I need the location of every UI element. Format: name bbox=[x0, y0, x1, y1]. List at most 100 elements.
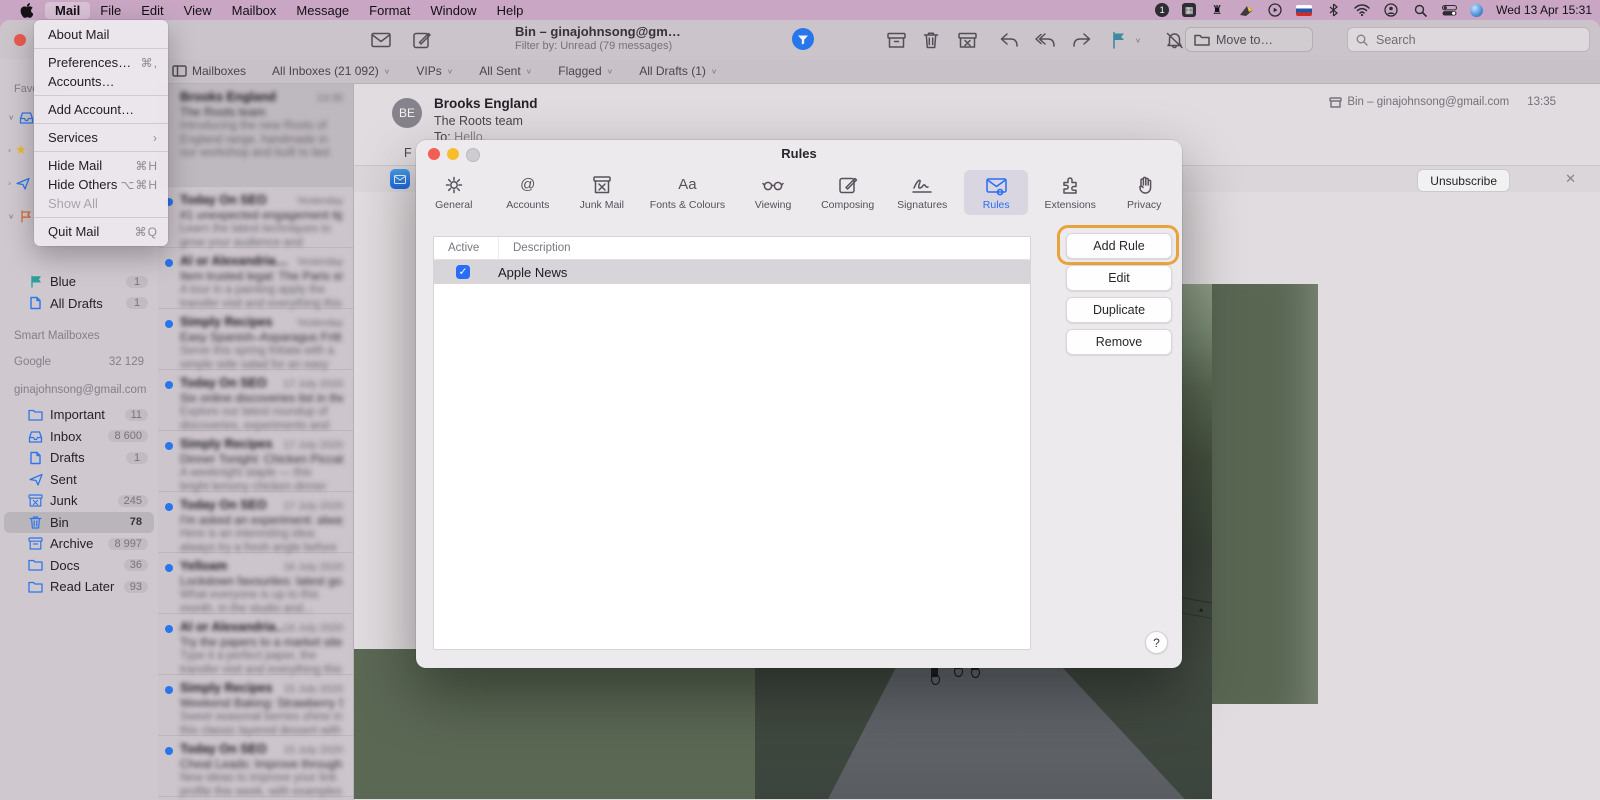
spotlight-search-icon[interactable] bbox=[1412, 2, 1428, 18]
list-item[interactable]: Simply Recipes 17 July 2020 Dinner Tonig… bbox=[158, 431, 353, 493]
sidebar-item-all-sent[interactable]: › bbox=[8, 173, 30, 193]
favbar-dropdown[interactable]: Flagged ∨ bbox=[558, 64, 613, 78]
sidebar-item-junk[interactable]: Junk 245 bbox=[0, 490, 158, 512]
remove-button[interactable]: Remove bbox=[1066, 329, 1172, 355]
search-field[interactable] bbox=[1347, 27, 1590, 52]
reply-all-icon[interactable] bbox=[1034, 29, 1056, 51]
sidebar-item-all-inboxes[interactable]: ∨ bbox=[8, 107, 34, 127]
list-item[interactable]: Today On SEO 17 July 2020 I'm asked an e… bbox=[158, 492, 353, 554]
help-button[interactable]: ? bbox=[1145, 631, 1168, 654]
sidebar-item-bin[interactable]: Bin 78 bbox=[4, 511, 154, 533]
tab-general[interactable]: General bbox=[422, 170, 486, 215]
list-item[interactable]: Al or Alexandria… 16 July 2020 Try the p… bbox=[158, 614, 353, 676]
menu-item-services[interactable]: Services › bbox=[34, 128, 168, 147]
menu-item-about-mail[interactable]: About Mail bbox=[34, 25, 168, 44]
favbar-dropdown[interactable]: All Sent ∨ bbox=[479, 64, 532, 78]
apple-menu[interactable] bbox=[8, 2, 45, 18]
unsubscribe-button[interactable]: Unsubscribe bbox=[1417, 169, 1510, 192]
menubar-clock[interactable]: Wed 13 Apr 15:31 bbox=[1496, 3, 1592, 17]
sidebar-item-all-drafts[interactable]: All Drafts 1 bbox=[0, 293, 158, 315]
menubar-item-message[interactable]: Message bbox=[286, 2, 359, 19]
input-language-flag-icon[interactable] bbox=[1296, 4, 1313, 16]
menu-item-preferences[interactable]: Preferences… ⌘, bbox=[34, 53, 168, 72]
menu-item-quit-mail[interactable]: Quit Mail ⌘Q bbox=[34, 222, 168, 241]
siri-icon[interactable] bbox=[1470, 3, 1484, 17]
menubar-item-window[interactable]: Window bbox=[420, 2, 486, 19]
menubar-item-mail[interactable]: Mail bbox=[45, 1, 91, 19]
column-description[interactable]: Description bbox=[498, 237, 1030, 259]
control-center-icon[interactable] bbox=[1441, 2, 1457, 18]
archive-icon[interactable] bbox=[885, 29, 907, 51]
favbar-dropdown[interactable]: VIPs ∨ bbox=[416, 64, 453, 78]
list-item[interactable]: Simply Recipes Yesterday Easy Spanish–As… bbox=[158, 309, 353, 371]
tab-privacy[interactable]: Privacy bbox=[1112, 170, 1176, 215]
edit-button[interactable]: Edit bbox=[1066, 265, 1172, 291]
sidebar-item-important[interactable]: Important 11 bbox=[0, 404, 158, 426]
favbar-dropdown[interactable]: All Drafts (1) ∨ bbox=[639, 64, 717, 78]
rule-active-checkbox[interactable]: ✓ bbox=[456, 265, 470, 279]
sidebar-item-drafts[interactable]: Drafts 1 bbox=[0, 447, 158, 469]
user-account-icon[interactable] bbox=[1383, 2, 1399, 18]
paint-status-icon[interactable] bbox=[1238, 2, 1254, 18]
notification-badge-icon[interactable]: 1 bbox=[1155, 3, 1170, 17]
rule-row-apple-news[interactable]: ✓ Apple News bbox=[434, 260, 1030, 284]
list-item[interactable]: Yelloam 16 July 2020 Lockdown favourites… bbox=[158, 553, 353, 615]
flag-icon[interactable] bbox=[1108, 29, 1130, 51]
list-item[interactable]: Simply Recipes 15 July 2020 Weekend Baki… bbox=[158, 675, 353, 737]
app-status-icon[interactable]: ▦ bbox=[1182, 3, 1197, 17]
traffic-light-close[interactable] bbox=[14, 34, 26, 46]
menubar-item-file[interactable]: File bbox=[90, 2, 131, 19]
menubar-item-help[interactable]: Help bbox=[487, 2, 534, 19]
sidebar-item-blue[interactable]: Blue 1 bbox=[0, 271, 158, 293]
sidebar-item-flagged[interactable]: ∨ bbox=[8, 206, 34, 226]
mute-icon[interactable] bbox=[1163, 29, 1185, 51]
sidebar-item-docs[interactable]: Docs 36 bbox=[0, 555, 158, 577]
add-rule-button[interactable]: Add Rule bbox=[1066, 233, 1172, 259]
tab-composing[interactable]: Composing bbox=[815, 170, 880, 215]
tab-fonts-colours[interactable]: Aa Fonts & Colours bbox=[644, 170, 731, 215]
sidebar-item-vips[interactable]: › ★ bbox=[8, 140, 27, 160]
menubar-item-format[interactable]: Format bbox=[359, 2, 420, 19]
search-input[interactable] bbox=[1374, 31, 1558, 48]
list-item[interactable]: Today On SEO 15 July 2020 Cheat Leads: I… bbox=[158, 736, 353, 798]
filter-toggle-button[interactable] bbox=[792, 28, 814, 50]
menubar-item-edit[interactable]: Edit bbox=[131, 2, 173, 19]
wifi-icon[interactable] bbox=[1354, 2, 1370, 18]
move-to-field[interactable]: Move to… bbox=[1185, 27, 1313, 52]
menu-item-add-account[interactable]: Add Account… bbox=[34, 100, 168, 119]
menubar-item-mailbox[interactable]: Mailbox bbox=[222, 2, 287, 19]
menubar-item-view[interactable]: View bbox=[174, 2, 222, 19]
list-item[interactable]: Al or Alexandria… Yesterday Item trusted… bbox=[158, 248, 353, 310]
sidebar-section-google[interactable]: Google 32 129 bbox=[0, 354, 158, 370]
play-status-icon[interactable] bbox=[1267, 2, 1283, 18]
bluetooth-icon[interactable] bbox=[1325, 2, 1341, 18]
flag-chevron-icon[interactable]: ∨ bbox=[1131, 29, 1145, 51]
tab-viewing[interactable]: Viewing bbox=[741, 170, 805, 215]
duplicate-button[interactable]: Duplicate bbox=[1066, 297, 1172, 323]
menu-item-hide-mail[interactable]: Hide Mail ⌘H bbox=[34, 156, 168, 175]
sidebar-item-read-later[interactable]: Read Later 93 bbox=[0, 576, 158, 598]
column-active[interactable]: Active bbox=[434, 242, 498, 254]
forward-icon[interactable] bbox=[1071, 29, 1093, 51]
rook-status-icon[interactable]: ♜ bbox=[1209, 2, 1225, 18]
list-item[interactable]: Brooks England 13:35 The Roots team Intr… bbox=[158, 84, 353, 187]
sidebar-item-sent[interactable]: Sent bbox=[0, 469, 158, 491]
list-item[interactable]: Today On SEO 17 July 2020 Six online dis… bbox=[158, 370, 353, 432]
get-mail-icon[interactable] bbox=[370, 29, 392, 51]
menu-item-hide-others[interactable]: Hide Others ⌥⌘H bbox=[34, 175, 168, 194]
tab-signatures[interactable]: Signatures bbox=[890, 170, 954, 215]
tab-extensions[interactable]: Extensions bbox=[1038, 170, 1102, 215]
junk-icon[interactable] bbox=[956, 29, 978, 51]
favbar-mailboxes[interactable]: Mailboxes bbox=[172, 64, 246, 78]
favbar-dropdown[interactable]: All Inboxes (21 092) ∨ bbox=[272, 64, 390, 78]
menu-item-accounts[interactable]: Accounts… bbox=[34, 72, 168, 91]
banner-close-icon[interactable]: ✕ bbox=[1565, 171, 1576, 187]
sidebar-item-inbox[interactable]: Inbox 8 600 bbox=[0, 426, 158, 448]
tab-accounts[interactable]: @ Accounts bbox=[496, 170, 560, 215]
tab-junk-mail[interactable]: Junk Mail bbox=[570, 170, 634, 215]
reply-icon[interactable] bbox=[998, 29, 1020, 51]
tab-rules[interactable]: Rules bbox=[964, 170, 1029, 215]
list-item[interactable]: Today On SEO Yesterday #1 unexpected eng… bbox=[158, 187, 353, 249]
delete-icon[interactable] bbox=[920, 29, 942, 51]
sidebar-item-archive[interactable]: Archive 8 997 bbox=[0, 533, 158, 555]
